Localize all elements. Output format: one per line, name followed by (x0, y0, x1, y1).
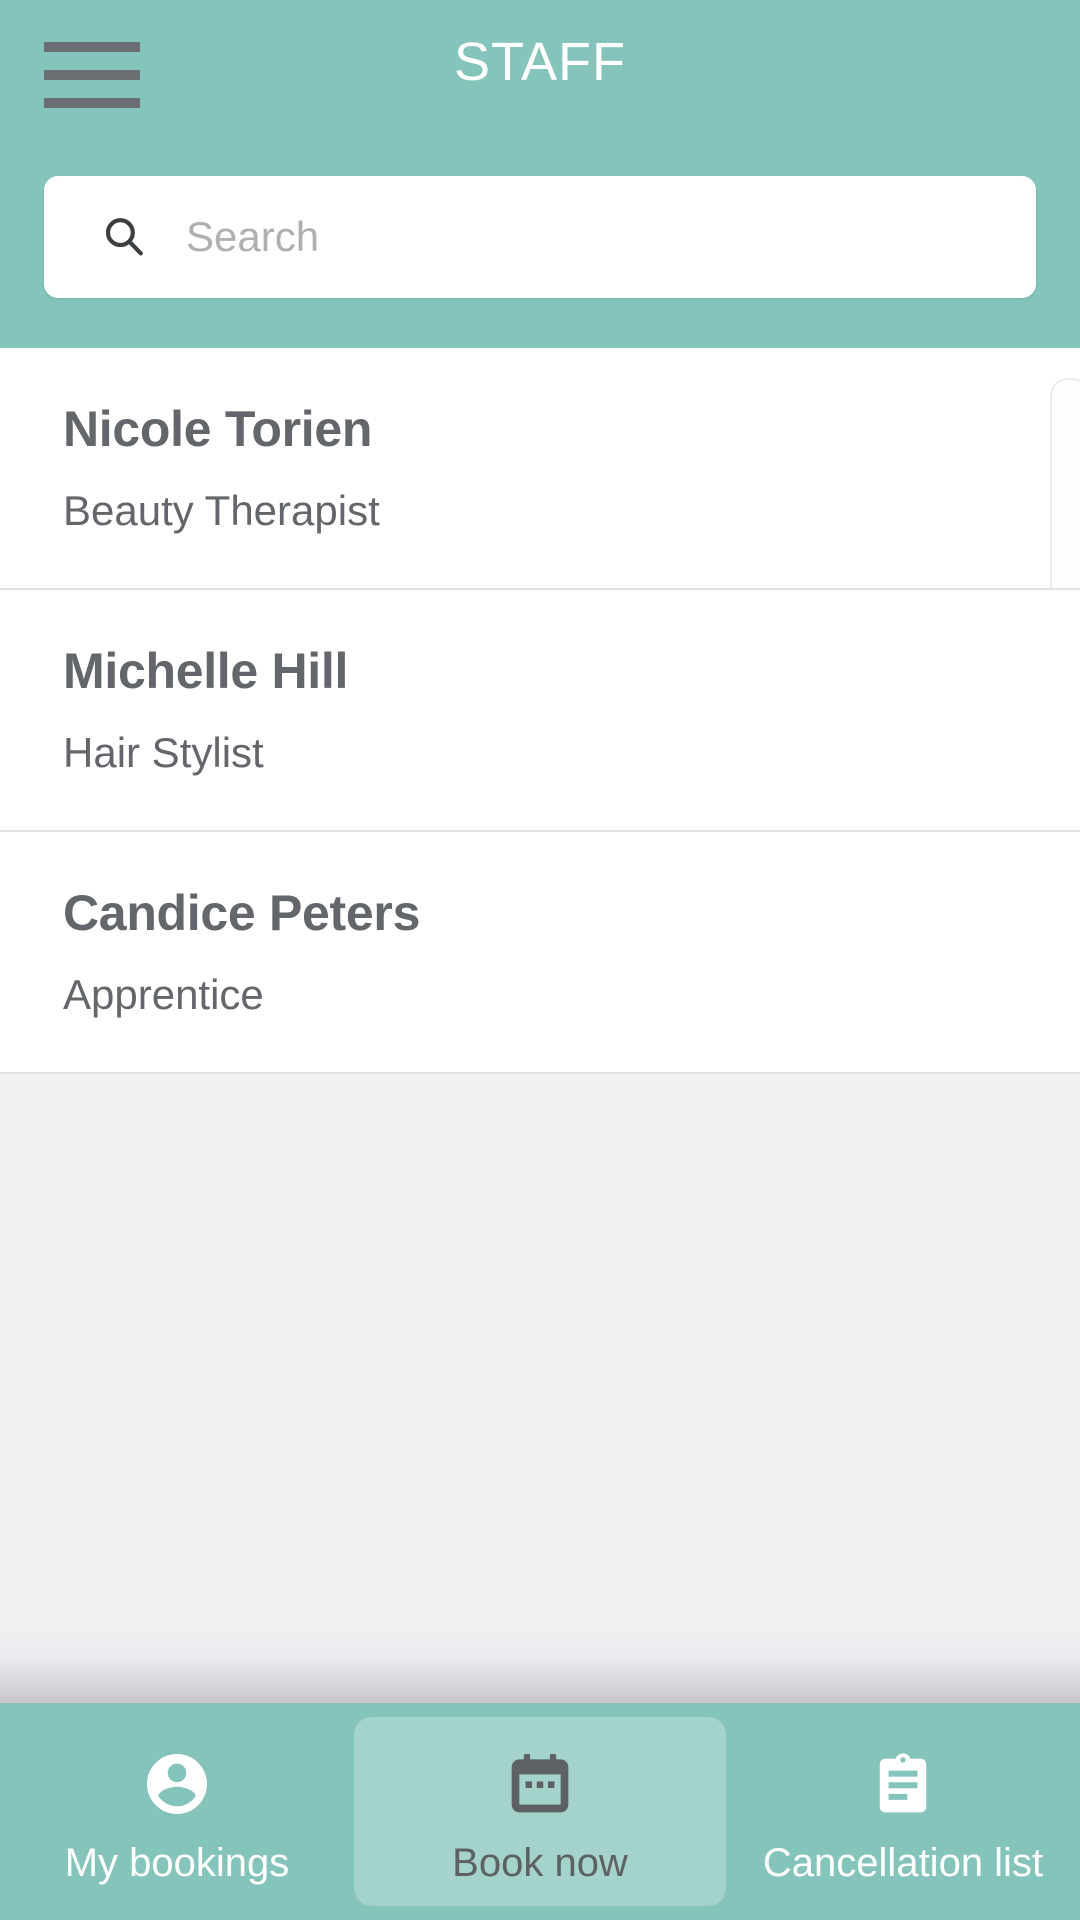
nav-item-my-bookings[interactable]: My bookings (0, 1703, 354, 1920)
nav-item-cancellation-list[interactable]: Cancellation list (726, 1703, 1080, 1920)
hamburger-bar-3 (44, 98, 140, 108)
staff-name: Candice Peters (63, 885, 421, 941)
bottom-navigation-bar: My bookings Book now Cancellation list (0, 1703, 1080, 1920)
table-row[interactable]: Michelle Hill Hair Stylist (0, 588, 1080, 830)
staff-role: Apprentice (63, 971, 264, 1018)
nav-label: Book now (452, 1840, 628, 1885)
clipboard-list-icon (865, 1746, 941, 1822)
search-input[interactable] (186, 176, 1036, 298)
account-circle-icon (139, 1746, 215, 1822)
table-row[interactable]: Nicole Torien Beauty Therapist (0, 348, 1080, 728)
nav-label: Cancellation list (762, 1840, 1044, 1885)
app-header: STAFF (0, 0, 1080, 348)
calendar-icon (502, 1746, 578, 1822)
app-screen: STAFF Nicole Torien Beauty Therapist Mic… (0, 0, 1080, 1920)
table-row[interactable]: Candice Peters Apprentice (0, 830, 1080, 1072)
staff-name: Nicole Torien (63, 401, 373, 457)
staff-role: Hair Stylist (63, 729, 264, 776)
staff-list-area: Nicole Torien Beauty Therapist Michelle … (0, 348, 1080, 1703)
nav-label: My bookings (64, 1840, 290, 1885)
search-icon (100, 213, 148, 261)
nav-item-book-now[interactable]: Book now (354, 1717, 726, 1906)
page-title: STAFF (454, 32, 626, 92)
staff-list: Nicole Torien Beauty Therapist Michelle … (0, 348, 1080, 1074)
staff-role: Beauty Therapist (63, 487, 380, 534)
staff-name: Michelle Hill (63, 643, 349, 699)
search-bar[interactable] (44, 176, 1036, 298)
